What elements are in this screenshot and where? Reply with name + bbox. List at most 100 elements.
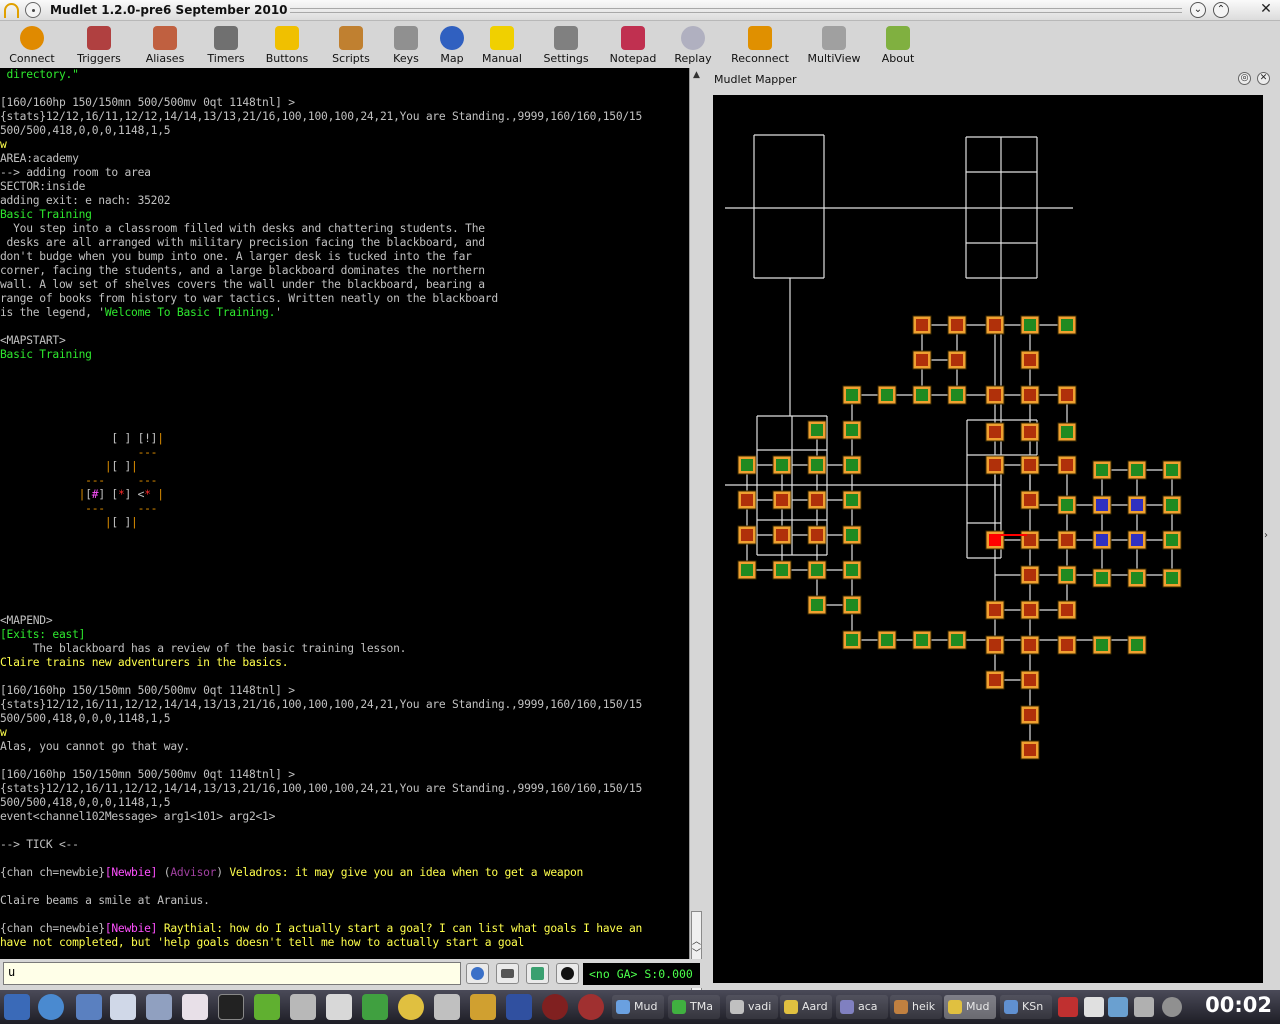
map-room xyxy=(947,385,967,405)
main-toolbar: Connect Triggers Aliases Timers Buttons Scrip… xyxy=(0,21,1280,68)
screen-button[interactable] xyxy=(526,963,549,984)
titlebar-decoration xyxy=(290,8,1182,13)
keyboard-button[interactable] xyxy=(496,963,519,984)
console-line: Alas, you cannot go that way. xyxy=(0,740,190,753)
task-label: aca xyxy=(858,1000,878,1013)
calculator-icon[interactable] xyxy=(290,994,316,1020)
map-room xyxy=(737,560,757,580)
map-room xyxy=(1020,670,1040,690)
map-room xyxy=(1057,530,1077,550)
scroll-down-arrow-icon[interactable]: ﹀ xyxy=(691,946,702,959)
map-room xyxy=(1020,490,1040,510)
chart-icon[interactable] xyxy=(362,994,388,1020)
map-room xyxy=(1057,565,1077,585)
dock-close-button[interactable]: ✕ xyxy=(1257,72,1270,85)
maximize-button[interactable]: ⌃ xyxy=(1213,2,1229,18)
task-button[interactable]: Mud xyxy=(944,995,996,1019)
toolbar-aliases-button[interactable]: Aliases xyxy=(143,23,187,67)
dock-float-button[interactable]: ◎ xyxy=(1238,72,1251,85)
editor-icon[interactable] xyxy=(110,994,136,1020)
main-console[interactable]: directory." [160/160hp 150/150mn 500/500… xyxy=(0,68,689,959)
toolbar-about-button[interactable]: About xyxy=(881,23,915,67)
task-button[interactable]: vadi xyxy=(726,995,778,1019)
lag-icon xyxy=(561,967,574,980)
keys-icon xyxy=(394,26,418,50)
kde-menu-icon[interactable] xyxy=(4,994,30,1020)
vr-icon[interactable] xyxy=(506,994,532,1020)
game-icon[interactable] xyxy=(542,994,568,1020)
toolbar-buttons-button[interactable]: Buttons xyxy=(266,23,308,67)
map-room xyxy=(985,530,1005,550)
toolbar-connect-button[interactable]: Connect xyxy=(9,23,55,67)
speaker-app-icon[interactable] xyxy=(434,994,460,1020)
window-menu-button[interactable] xyxy=(25,2,41,18)
browser-icon[interactable] xyxy=(38,994,64,1020)
qt-icon[interactable] xyxy=(254,994,280,1020)
mudlet-launch-icon[interactable] xyxy=(398,994,424,1020)
map-room xyxy=(807,455,827,475)
toolbar-settings-button[interactable]: Settings xyxy=(540,23,592,67)
console-scrollbar[interactable]: ▲ ︿ ﹀ xyxy=(689,68,703,997)
toolbar-timers-button[interactable]: Timers xyxy=(205,23,247,67)
settings-icon xyxy=(554,26,578,50)
task-button[interactable]: Aard xyxy=(780,995,832,1019)
notes-icon[interactable] xyxy=(326,994,352,1020)
console-line: <MAPSTART> xyxy=(0,334,66,347)
console-line: have not completed, but 'help goals does… xyxy=(0,936,525,949)
toolbar-keys-button[interactable]: Keys xyxy=(391,23,421,67)
clipboard-icon[interactable] xyxy=(1084,997,1104,1017)
room-map[interactable] xyxy=(713,95,1263,983)
map-room xyxy=(985,385,1005,405)
minimize-button[interactable]: ⌄ xyxy=(1190,2,1206,18)
close-button[interactable]: ✕ xyxy=(1258,2,1274,18)
task-button[interactable]: TMa xyxy=(668,995,720,1019)
toolbar-replay-button[interactable]: Replay xyxy=(671,23,715,67)
map-room xyxy=(1020,705,1040,725)
mapper-canvas[interactable] xyxy=(713,95,1263,983)
map-room xyxy=(912,385,932,405)
task-app-icon xyxy=(1004,1000,1018,1014)
notepad-icon xyxy=(621,26,645,50)
map-room xyxy=(985,600,1005,620)
map-room xyxy=(772,525,792,545)
toolbar-scripts-button[interactable]: Scripts xyxy=(329,23,373,67)
terminal-icon[interactable] xyxy=(218,994,244,1020)
task-app-icon xyxy=(616,1000,630,1014)
toolbar-reconnect-button[interactable]: Reconnect xyxy=(731,23,789,67)
task-button[interactable]: heik xyxy=(890,995,942,1019)
network-icon[interactable] xyxy=(1108,997,1128,1017)
toolbar-triggers-button[interactable]: Triggers xyxy=(76,23,122,67)
info-button[interactable] xyxy=(466,963,489,984)
toolbar-label: Replay xyxy=(674,52,712,65)
volume-icon[interactable] xyxy=(1134,997,1154,1017)
app-icon[interactable] xyxy=(578,994,604,1020)
scroll-up-arrow-icon[interactable]: ▲ xyxy=(691,70,702,80)
map-room xyxy=(1020,530,1040,550)
media-icon[interactable] xyxy=(470,994,496,1020)
kdiff-icon[interactable] xyxy=(182,994,208,1020)
desktop-icon[interactable] xyxy=(146,994,172,1020)
map-room xyxy=(807,560,827,580)
side-expand-arrow-icon[interactable]: › xyxy=(1264,530,1268,541)
aliases-icon xyxy=(153,26,177,50)
tray-alert-icon[interactable] xyxy=(1058,997,1078,1017)
toolbar-multiview-button[interactable]: MultiView xyxy=(805,23,863,67)
task-button[interactable]: KSn xyxy=(1000,995,1052,1019)
map-room xyxy=(772,455,792,475)
toolbar-map-button[interactable]: Map xyxy=(438,23,466,67)
toolbar-label: MultiView xyxy=(807,52,861,65)
info-tray-icon[interactable] xyxy=(1162,997,1182,1017)
map-room xyxy=(947,630,967,650)
task-button[interactable]: aca xyxy=(836,995,888,1019)
toolbar-notepad-button[interactable]: Notepad xyxy=(610,23,656,67)
command-input[interactable]: u xyxy=(3,962,461,985)
window-titlebar[interactable]: Mudlet 1.2.0-pre6 September 2010 ⌄ ⌃ ✕ xyxy=(0,0,1280,21)
task-button[interactable]: Mud xyxy=(612,995,664,1019)
config-icon[interactable] xyxy=(76,994,102,1020)
map-room xyxy=(737,490,757,510)
lag-button[interactable] xyxy=(556,963,579,984)
mapper-title: Mudlet Mapper xyxy=(714,73,797,86)
toolbar-manual-button[interactable]: Manual xyxy=(481,23,523,67)
